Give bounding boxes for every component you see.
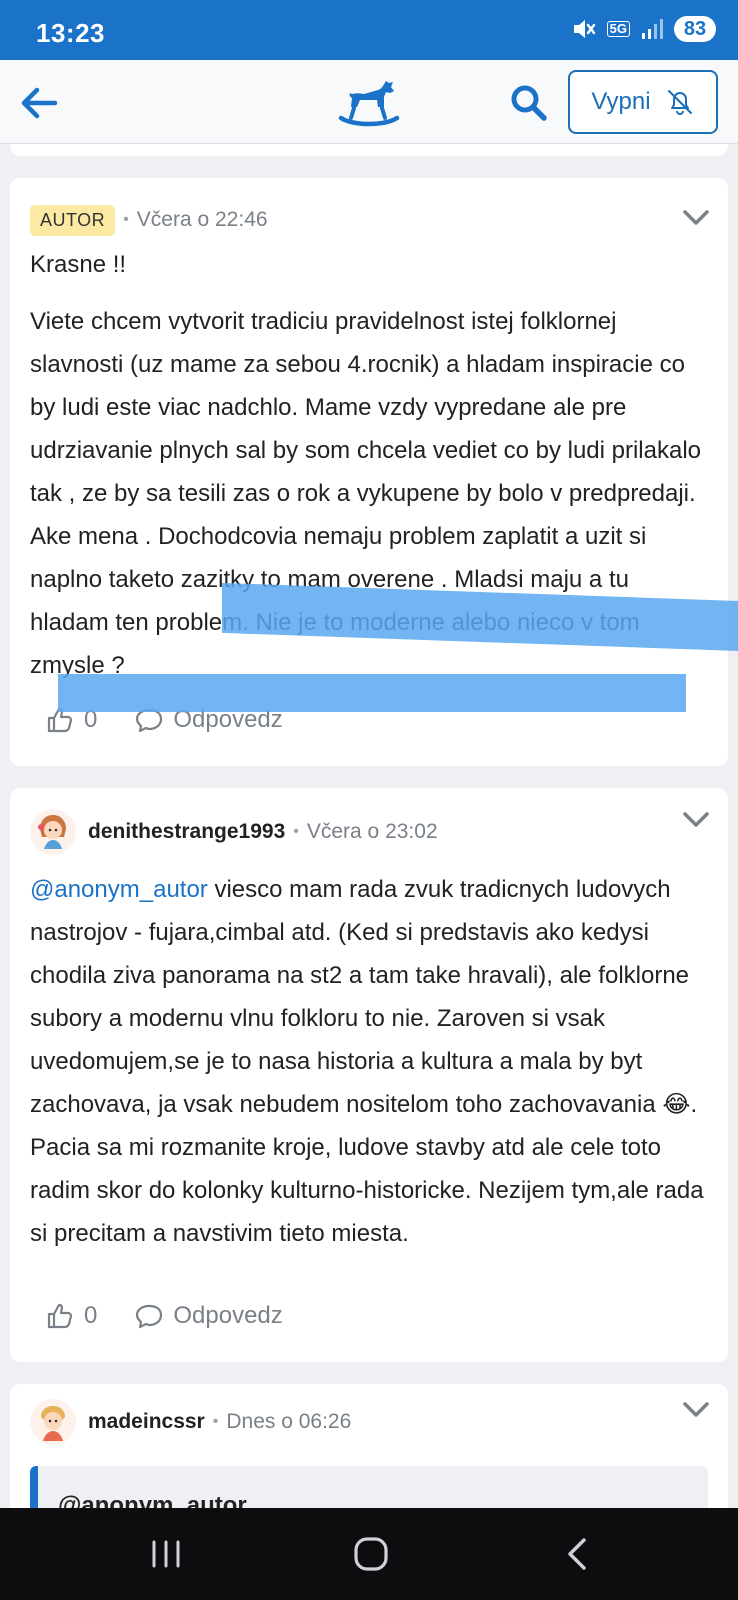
status-time: 13:23	[36, 18, 105, 48]
bell-off-icon	[667, 90, 692, 115]
separator-dot: •	[212, 1413, 219, 1430]
separator-dot: •	[123, 211, 129, 228]
search-button[interactable]	[506, 80, 552, 126]
system-navigation-bar	[0, 1508, 738, 1600]
chevron-down-icon[interactable]	[682, 1398, 710, 1422]
comment-actions: 0 Odpovedz	[46, 1302, 283, 1330]
system-back-button[interactable]	[548, 1528, 608, 1580]
app-header: Vypni	[0, 60, 738, 144]
comment-author[interactable]: denithestrange1993	[88, 820, 285, 844]
battery-indicator: 83	[674, 16, 716, 42]
back-arrow-icon	[21, 87, 58, 119]
avatar[interactable]	[30, 1399, 76, 1445]
comment-card: denithestrange1993 • Včera o 23:02 @anon…	[10, 788, 728, 1362]
home-button[interactable]	[341, 1528, 401, 1580]
comment-text: @anonym_autor viesco mam rada zvuk tradi…	[30, 868, 708, 1255]
highlight-mark	[58, 674, 686, 712]
comment-paragraph: Krasne !!	[30, 251, 127, 278]
comment-header: madeincssr • Dnes o 06:26	[30, 1399, 708, 1445]
home-icon	[354, 1537, 388, 1571]
chevron-down-icon[interactable]	[682, 808, 710, 832]
status-icons: 5G 83	[571, 16, 716, 42]
comment-card: madeincssr • Dnes o 06:26 @anonym_autor	[10, 1384, 728, 1536]
thumbs-up-icon	[47, 1303, 73, 1329]
comment-timestamp: Dnes o 06:26	[226, 1410, 352, 1433]
network-type: 5G	[606, 21, 630, 37]
comment-header: denithestrange1993 • Včera o 23:02	[30, 809, 708, 855]
user-mention-link[interactable]: @anonym_autor	[30, 876, 208, 903]
chat-bubble-icon	[136, 1304, 163, 1329]
mute-status-icon	[573, 20, 595, 38]
comment-timestamp: Včera o 22:46	[136, 208, 268, 231]
comment-author[interactable]: madeincssr	[88, 1410, 205, 1434]
mute-notifications-button[interactable]: Vypni	[568, 70, 718, 134]
like-button[interactable]: 0	[46, 1302, 97, 1330]
comment-header: AUTOR • Včera o 22:46	[30, 200, 708, 240]
comment-text-part: viesco mam rada zvuk tradicnych ludovych…	[30, 876, 690, 1118]
comment-timestamp: Včera o 23:02	[306, 820, 438, 843]
reply-button[interactable]: Odpovedz	[135, 1302, 283, 1330]
previous-card-edge	[10, 144, 728, 156]
search-icon	[511, 85, 547, 121]
mute-label: Vypni	[591, 88, 651, 115]
recent-apps-button[interactable]	[136, 1528, 196, 1580]
chevron-down-icon[interactable]	[682, 206, 710, 230]
laughing-emoji: 😂	[662, 1091, 691, 1118]
avatar[interactable]	[30, 809, 76, 855]
author-badge: AUTOR	[30, 204, 116, 236]
status-bar: 13:23 5G 83	[0, 0, 738, 60]
rocking-horse-logo-icon[interactable]	[338, 74, 400, 130]
separator-dot: •	[293, 823, 299, 840]
like-count: 0	[84, 1302, 98, 1329]
signal-icon	[642, 19, 663, 39]
back-button[interactable]	[16, 80, 62, 126]
back-chevron-icon	[568, 1538, 586, 1570]
recent-apps-icon	[152, 1540, 180, 1568]
reply-label: Odpovedz	[173, 1302, 283, 1329]
